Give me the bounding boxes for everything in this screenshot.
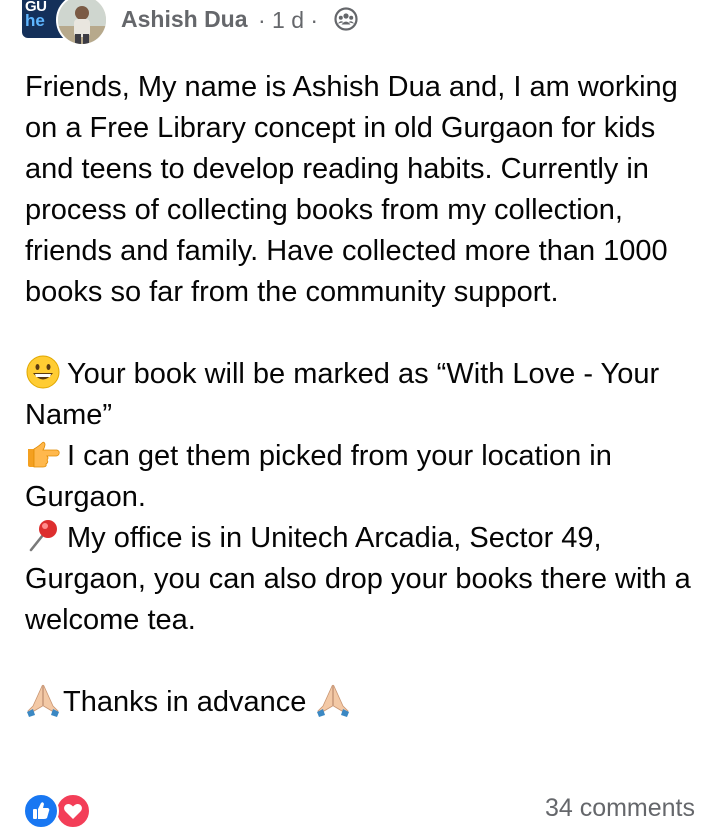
author-name[interactable]: Ashish Dua <box>121 6 248 33</box>
comments-count[interactable]: 34 comments <box>545 794 695 823</box>
avatar-photo <box>58 0 106 44</box>
backhand-pointing-right-emoji <box>28 441 60 468</box>
office-text: My office is in Unitech Arcadia, Sector … <box>25 522 691 636</box>
book-mark-text: Your book will be marked as “With Love -… <box>25 358 660 431</box>
avatar[interactable] <box>56 0 108 46</box>
pickup-text: I can get them picked from your location… <box>25 440 612 513</box>
grinning-face-emoji <box>26 355 60 389</box>
post-paragraph-office: My office is in Unitech Arcadia, Sector … <box>25 518 705 641</box>
love-reaction-icon[interactable] <box>55 793 91 829</box>
round-pushpin-emoji <box>29 520 57 552</box>
post-timestamp[interactable]: · 1 d · <box>258 7 318 34</box>
thanks-text: Thanks in advance <box>63 686 307 718</box>
group-privacy-icon <box>334 7 358 31</box>
post-paragraph-thanks: Thanks in advance <box>25 682 705 723</box>
folded-hands-emoji <box>27 684 59 717</box>
post-paragraph-pickup: I can get them picked from your location… <box>25 436 705 518</box>
group-avatar-text-2: he <box>25 11 45 30</box>
heart-icon <box>64 804 82 819</box>
post-body: Friends, My name is Ashish Dua and, I am… <box>25 67 705 723</box>
folded-hands-emoji <box>316 684 349 717</box>
post-header: GU he Ashish Dua · 1 d · <box>0 0 720 48</box>
post-paragraph-intro: Friends, My name is Ashish Dua and, I am… <box>25 71 678 308</box>
post-footer: 34 comments <box>0 786 720 830</box>
like-reaction-icon[interactable] <box>23 793 59 829</box>
thumbs-up-icon <box>33 802 50 819</box>
post-paragraph-book-mark: Your book will be marked as “With Love -… <box>25 354 705 436</box>
